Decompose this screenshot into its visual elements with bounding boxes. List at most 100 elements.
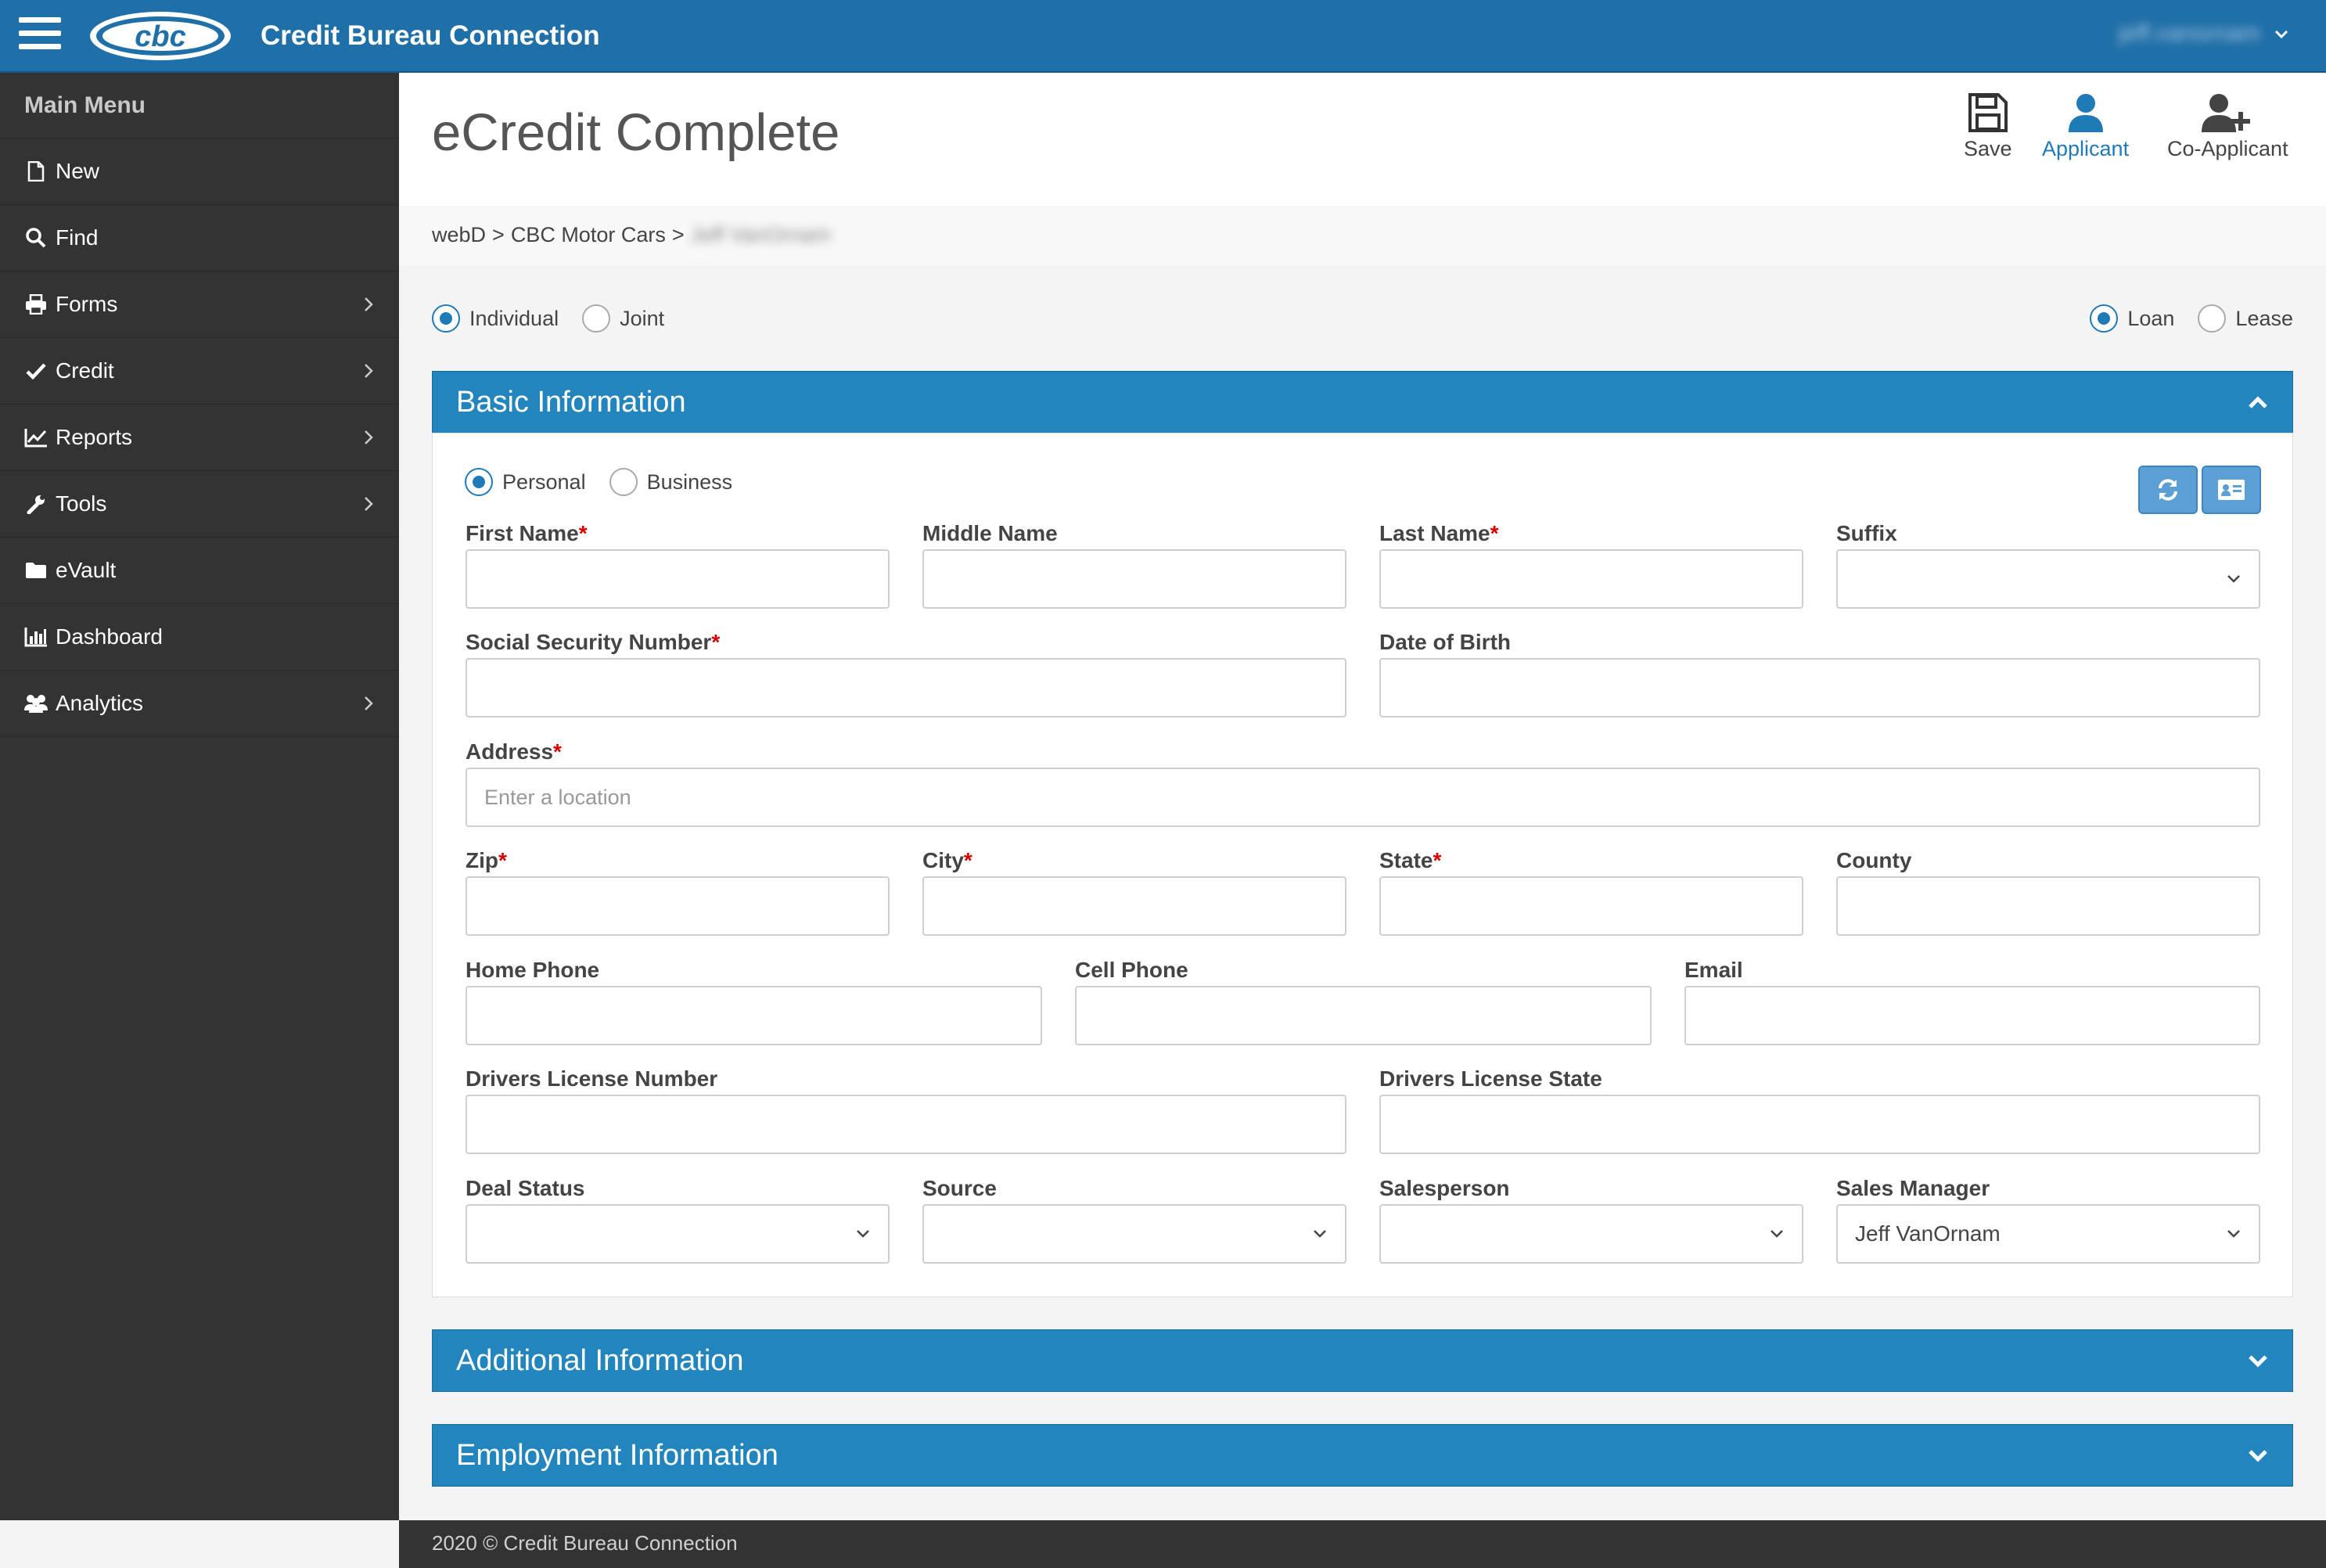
- applicant-label: Applicant: [2042, 137, 2130, 160]
- first-name-label: First Name*: [466, 521, 588, 545]
- user-icon: [2068, 94, 2103, 132]
- email-input[interactable]: [1684, 986, 2260, 1045]
- city-label: City*: [922, 848, 972, 872]
- city-input[interactable]: [922, 876, 1346, 936]
- user-menu[interactable]: jeff.vanornam: [2119, 20, 2290, 47]
- main-content: eCredit Complete Save Applicant Co-Appli…: [399, 73, 2326, 1520]
- page-title: eCredit Complete: [432, 103, 840, 162]
- county-input[interactable]: [1836, 876, 2260, 936]
- breadcrumb-separator: >: [492, 223, 505, 246]
- co-applicant-button[interactable]: Co-Applicant: [2167, 92, 2288, 161]
- employment-information-panel-header[interactable]: Employment Information: [432, 1424, 2293, 1487]
- source-select[interactable]: [922, 1204, 1346, 1264]
- suffix-select[interactable]: [1836, 549, 2260, 609]
- deal-status-select[interactable]: [466, 1204, 890, 1264]
- personal-radio[interactable]: Personal: [465, 468, 586, 496]
- sidebar-item-analytics[interactable]: Analytics: [0, 671, 399, 737]
- sidebar-item-tools[interactable]: Tools: [0, 471, 399, 538]
- address-input[interactable]: [466, 768, 2260, 827]
- business-radio[interactable]: Business: [609, 468, 732, 496]
- breadcrumb-item[interactable]: webD: [432, 223, 486, 247]
- users-icon: [24, 692, 48, 715]
- chevron-down-icon: [1771, 1230, 1783, 1238]
- sidebar-item-label: eVault: [56, 558, 117, 582]
- home-phone-label: Home Phone: [466, 958, 600, 982]
- entity-type-group: Personal Business: [465, 468, 732, 496]
- sidebar-item-label: Analytics: [56, 691, 144, 715]
- refresh-button[interactable]: [2138, 466, 2198, 514]
- print-icon: [24, 293, 48, 316]
- folder-icon: [24, 559, 48, 582]
- id-card-button[interactable]: [2202, 466, 2261, 514]
- chevron-down-icon: [1314, 1230, 1326, 1238]
- first-name-input[interactable]: [466, 549, 890, 609]
- dl-number-label: Drivers License Number: [466, 1066, 718, 1091]
- breadcrumb-item[interactable]: CBC Motor Cars: [511, 223, 666, 247]
- app-title: Credit Bureau Connection: [261, 20, 600, 51]
- footer: 2020 © Credit Bureau Connection: [399, 1520, 2326, 1568]
- chevron-down-icon: [2227, 1230, 2240, 1238]
- suffix-label: Suffix: [1836, 521, 1897, 545]
- last-name-input[interactable]: [1379, 549, 1803, 609]
- sidebar-item-evault[interactable]: eVault: [0, 538, 399, 604]
- wrench-icon: [24, 492, 48, 516]
- state-input[interactable]: [1379, 876, 1803, 936]
- joint-radio[interactable]: Joint: [582, 304, 664, 333]
- sidebar-item-label: Credit: [56, 358, 114, 383]
- individual-radio[interactable]: Individual: [432, 304, 559, 333]
- dl-number-input[interactable]: [466, 1095, 1346, 1154]
- additional-information-panel-header[interactable]: Additional Information: [432, 1329, 2293, 1392]
- sales-manager-select[interactable]: Jeff VanOrnam: [1836, 1204, 2260, 1264]
- zip-input[interactable]: [466, 876, 890, 936]
- logo-text: cbc: [135, 20, 185, 53]
- panel-title: Additional Information: [456, 1343, 744, 1377]
- user-plus-icon: [2202, 94, 2251, 132]
- product-type-group: Loan Lease: [2090, 304, 2293, 333]
- sidebar-item-forms[interactable]: Forms: [0, 272, 399, 338]
- sidebar-item-dashboard[interactable]: Dashboard: [0, 604, 399, 671]
- hamburger-menu-icon[interactable]: [19, 17, 61, 53]
- save-button[interactable]: Save: [1964, 92, 2012, 161]
- breadcrumb-item[interactable]: Jeff VanOrnam: [691, 223, 831, 247]
- home-phone-input[interactable]: [466, 986, 1042, 1045]
- state-label: State*: [1379, 848, 1442, 872]
- sidebar-item-find[interactable]: Find: [0, 205, 399, 272]
- chevron-down-icon: [857, 1230, 869, 1238]
- check-icon: [24, 359, 48, 383]
- dob-input[interactable]: [1379, 658, 2260, 717]
- breadcrumb-bar: webD > CBC Motor Cars > Jeff VanOrnam: [399, 206, 2326, 266]
- file-icon: [24, 160, 48, 183]
- sidebar-item-label: Forms: [56, 292, 118, 316]
- basic-information-panel-header[interactable]: Basic Information: [432, 371, 2293, 433]
- sidebar-item-reports[interactable]: Reports: [0, 405, 399, 471]
- chevron-right-icon: [365, 696, 373, 710]
- application-type-group: Individual Joint: [432, 304, 664, 333]
- loan-radio[interactable]: Loan: [2090, 304, 2174, 333]
- middle-name-input[interactable]: [922, 549, 1346, 609]
- chevron-up-icon: [2249, 396, 2267, 408]
- cbc-logo[interactable]: cbc: [88, 9, 233, 63]
- chevron-down-icon: [2249, 1450, 2267, 1462]
- salesperson-select[interactable]: [1379, 1204, 1803, 1264]
- sidebar-item-label: New: [56, 159, 100, 183]
- lease-radio[interactable]: Lease: [2198, 304, 2293, 333]
- deal-status-label: Deal Status: [466, 1176, 585, 1200]
- cell-phone-input[interactable]: [1075, 986, 1652, 1045]
- dl-state-input[interactable]: [1379, 1095, 2260, 1154]
- line-chart-icon: [24, 426, 48, 449]
- county-label: County: [1836, 848, 1912, 872]
- address-label: Address*: [466, 739, 562, 764]
- applicant-button[interactable]: Applicant: [2042, 92, 2129, 161]
- dob-label: Date of Birth: [1379, 630, 1511, 654]
- sidebar-item-new[interactable]: New: [0, 138, 399, 205]
- ssn-input[interactable]: [466, 658, 1346, 717]
- email-label: Email: [1684, 958, 1743, 982]
- page-header: eCredit Complete Save Applicant Co-Appli…: [399, 73, 2326, 206]
- breadcrumb-separator: >: [671, 223, 685, 246]
- salesperson-label: Salesperson: [1379, 1176, 1510, 1200]
- sidebar-item-credit[interactable]: Credit: [0, 338, 399, 405]
- sidebar-item-label: Reports: [56, 425, 133, 449]
- search-icon: [24, 226, 48, 250]
- source-label: Source: [922, 1176, 997, 1200]
- breadcrumb: webD > CBC Motor Cars > Jeff VanOrnam: [432, 223, 831, 247]
